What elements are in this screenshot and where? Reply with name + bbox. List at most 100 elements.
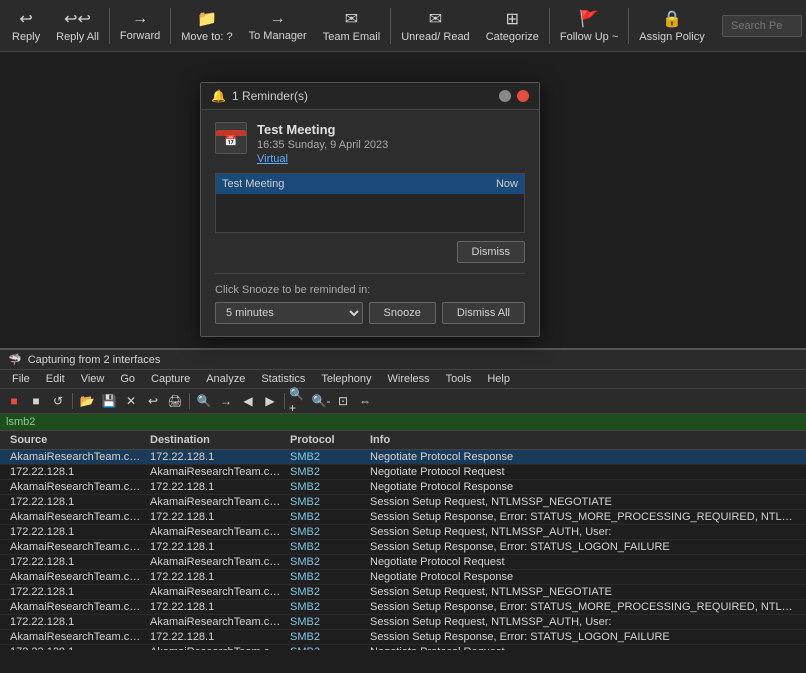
table-row[interactable]: 172.22.128.1 AkamaiResearchTeam.com SMB2… [0,465,806,480]
wireshark-title: Capturing from 2 interfaces [28,354,161,366]
window-controls: ─ ✕ [499,90,529,102]
ws-menu-capture[interactable]: Capture [143,370,198,388]
move-to-button[interactable]: 📁 Move to: ? [173,5,240,47]
restart-capture-btn[interactable]: ↺ [48,391,68,411]
virtual-link[interactable]: Virtual [257,153,388,165]
prev-btn[interactable]: ◀ [238,391,258,411]
toolbar-separator-3 [390,8,391,44]
info-cell: Negotiate Protocol Response [366,481,800,493]
assign-policy-icon: 🔒 [662,9,682,29]
move-icon: 📁 [197,9,217,29]
minimize-button[interactable]: ─ [499,90,511,102]
dest-cell: 172.22.128.1 [146,511,286,523]
dest-cell: AkamaiResearchTeam.com [146,526,286,538]
dest-cell: 172.22.128.1 [146,481,286,493]
reload-btn[interactable]: ↩ [143,391,163,411]
ws-menu-edit[interactable]: Edit [38,370,73,388]
assign-policy-label: Assign Policy [639,31,704,43]
dest-col-header: Destination [146,433,286,447]
table-row[interactable]: AkamaiResearchTeam.com 172.22.128.1 SMB2… [0,510,806,525]
ws-menu-telephony[interactable]: Telephony [313,370,379,388]
table-row[interactable]: AkamaiResearchTeam.com 172.22.128.1 SMB2… [0,570,806,585]
protocol-cell: SMB2 [286,481,366,493]
main-area: 🔔 1 Reminder(s) ─ ✕ 📅 Test Meeting 16:35… [0,52,806,673]
reply-icon: ↩ [19,9,32,29]
to-manager-button[interactable]: → To Manager [241,6,315,46]
protocol-cell: SMB2 [286,466,366,478]
ws-menu-statistics[interactable]: Statistics [253,370,313,388]
start-capture-btn[interactable]: ■ [4,391,24,411]
print-btn[interactable]: 🖨 [165,391,185,411]
source-cell: 172.22.128.1 [6,466,146,478]
forward-label: Forward [120,30,160,42]
snooze-button[interactable]: Snooze [369,302,436,324]
reminder-titlebar: 🔔 1 Reminder(s) ─ ✕ [201,83,539,110]
resize-btn[interactable]: ⇔ [355,391,375,411]
goto-btn[interactable]: → [216,391,236,411]
zoom-reset-btn[interactable]: ⊡ [333,391,353,411]
next-btn[interactable]: ▶ [260,391,280,411]
source-cell: AkamaiResearchTeam.com [6,571,146,583]
protocol-col-header: Protocol [286,433,366,447]
stop-capture-btn[interactable]: ■ [26,391,46,411]
close-button[interactable]: ✕ [517,90,529,102]
table-row[interactable]: 172.22.128.1 AkamaiResearchTeam.com SMB2… [0,525,806,540]
calendar-icon: 📅 [215,122,247,154]
protocol-cell: SMB2 [286,541,366,553]
reply-button[interactable]: ↩ Reply [4,5,48,47]
table-row[interactable]: 172.22.128.1 AkamaiResearchTeam.com SMB2… [0,645,806,650]
info-cell: Session Setup Response, Error: STATUS_LO… [366,541,800,553]
team-email-button[interactable]: ✉ Team Email [315,5,388,47]
table-row[interactable]: AkamaiResearchTeam.com 172.22.128.1 SMB2… [0,600,806,615]
meeting-title: Test Meeting [257,122,388,137]
ws-menu-wireless[interactable]: Wireless [380,370,438,388]
follow-up-icon: 🚩 [579,9,599,29]
assign-policy-button[interactable]: 🔒 Assign Policy [631,5,712,47]
table-row[interactable]: AkamaiResearchTeam.com 172.22.128.1 SMB2… [0,540,806,555]
info-cell: Session Setup Request, NTLMSSP_NEGOTIATE [366,496,800,508]
source-cell: 172.22.128.1 [6,616,146,628]
protocol-cell: SMB2 [286,556,366,568]
reminder-body: 📅 Test Meeting 16:35 Sunday, 9 April 202… [201,110,539,336]
find-btn[interactable]: 🔍 [194,391,214,411]
ws-menu-analyze[interactable]: Analyze [198,370,253,388]
reminder-item: 📅 Test Meeting 16:35 Sunday, 9 April 202… [215,122,525,165]
info-cell: Session Setup Request, NTLMSSP_AUTH, Use… [366,526,800,538]
search-input[interactable] [722,15,802,37]
toolbar-separator-1 [109,8,110,44]
ws-menu-help[interactable]: Help [479,370,518,388]
ws-menu-go[interactable]: Go [112,370,143,388]
table-row[interactable]: AkamaiResearchTeam.com 172.22.128.1 SMB2… [0,450,806,465]
reply-all-button[interactable]: ↩↩ Reply All [48,5,107,47]
dest-cell: 172.22.128.1 [146,631,286,643]
zoom-out-btn[interactable]: 🔍- [311,391,331,411]
table-row[interactable]: AkamaiResearchTeam.com 172.22.128.1 SMB2… [0,630,806,645]
categorize-button[interactable]: ⊞ Categorize [478,5,547,47]
toolbar-separator-4 [549,8,550,44]
source-cell: AkamaiResearchTeam.com [6,511,146,523]
dismiss-all-button[interactable]: Dismiss All [442,302,525,324]
follow-up-button[interactable]: 🚩 Follow Up ~ [552,5,626,47]
close-btn[interactable]: ✕ [121,391,141,411]
table-row[interactable]: AkamaiResearchTeam.com 172.22.128.1 SMB2… [0,480,806,495]
info-col-header: Info [366,433,800,447]
table-row[interactable]: 172.22.128.1 AkamaiResearchTeam.com SMB2… [0,615,806,630]
dismiss-button[interactable]: Dismiss [457,241,526,263]
unread-icon: ✉ [429,9,442,29]
table-row[interactable]: 172.22.128.1 AkamaiResearchTeam.com SMB2… [0,495,806,510]
open-file-btn[interactable]: 📂 [77,391,97,411]
ws-menu-file[interactable]: File [4,370,38,388]
table-row[interactable]: 172.22.128.1 AkamaiResearchTeam.com SMB2… [0,555,806,570]
unread-read-button[interactable]: ✉ Unread/ Read [393,5,478,47]
snooze-duration-select[interactable]: 5 minutes 10 minutes 15 minutes 30 minut… [215,302,363,324]
filter-text: lsmb2 [6,416,35,428]
protocol-cell: SMB2 [286,631,366,643]
ws-menu-tools[interactable]: Tools [438,370,480,388]
forward-button[interactable]: → Forward [112,6,168,46]
unread-read-label: Unread/ Read [401,31,470,43]
table-row[interactable]: 172.22.128.1 AkamaiResearchTeam.com SMB2… [0,585,806,600]
dest-cell: 172.22.128.1 [146,451,286,463]
save-btn[interactable]: 💾 [99,391,119,411]
zoom-in-btn[interactable]: 🔍+ [289,391,309,411]
ws-menu-view[interactable]: View [73,370,113,388]
